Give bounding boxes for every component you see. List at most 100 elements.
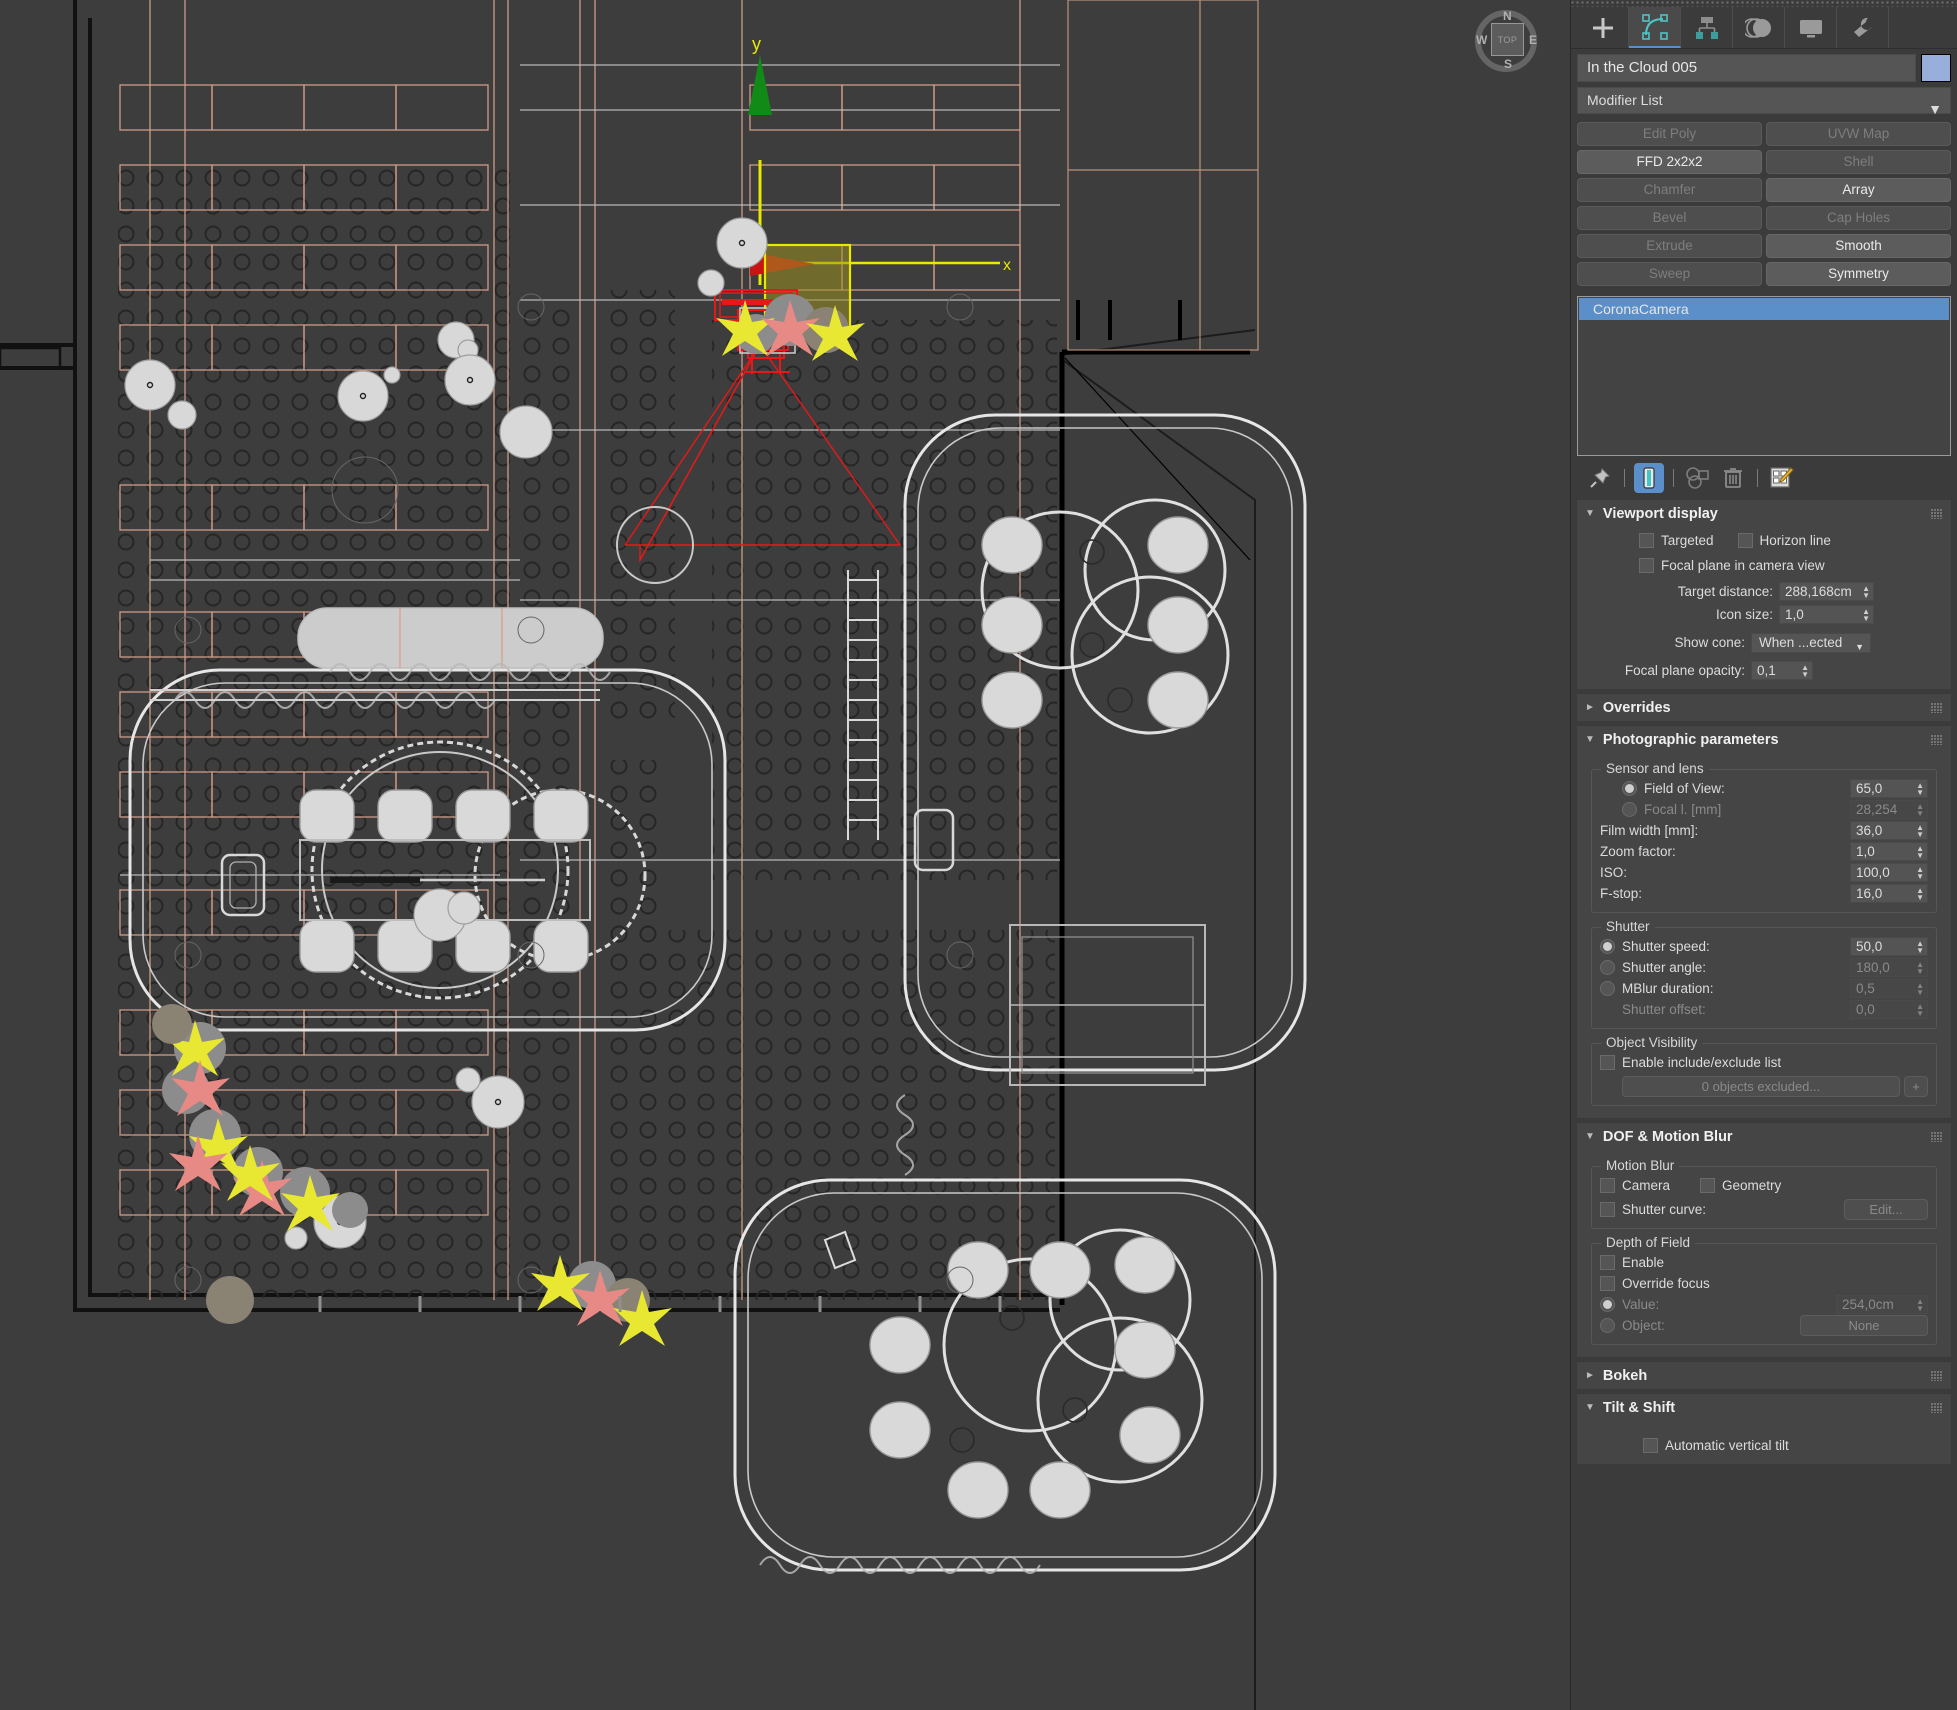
view-cube-face[interactable]: TOP bbox=[1491, 23, 1524, 56]
modify-tab[interactable] bbox=[1629, 7, 1681, 48]
zoom-factor-spinner[interactable]: 1,0 ▲ ▼ bbox=[1850, 842, 1928, 861]
panel-drag-grip[interactable] bbox=[1571, 0, 1957, 7]
target-distance-spinner[interactable]: 288,168cm ▲ ▼ bbox=[1779, 582, 1874, 601]
rollout-tilt-shift[interactable]: ▼ Tilt & Shift Automatic vertical tilt bbox=[1576, 1393, 1952, 1465]
show-end-result-icon[interactable] bbox=[1634, 462, 1664, 493]
compass-north[interactable]: N bbox=[1503, 9, 1512, 23]
rollout-photographic-parameters[interactable]: ▼ Photographic parameters Sensor and len… bbox=[1576, 725, 1952, 1119]
object-name-row[interactable]: In the Cloud 005 bbox=[1571, 49, 1957, 85]
field-of-view-spinner[interactable]: 65,0 ▲ ▼ bbox=[1850, 779, 1928, 798]
utilities-tab[interactable] bbox=[1837, 7, 1889, 48]
rollout-dof-motion-blur[interactable]: ▼ DOF & Motion Blur Motion Blur Camera G… bbox=[1576, 1122, 1952, 1358]
modifier-button-extrude[interactable]: Extrude bbox=[1577, 234, 1762, 258]
focal-plane-camera-view-checkbox[interactable] bbox=[1639, 558, 1654, 573]
modifier-stack[interactable]: CoronaCamera bbox=[1577, 296, 1951, 456]
mblur-duration-radio[interactable] bbox=[1600, 981, 1615, 996]
modifier-stack-item-coronacamera[interactable]: CoronaCamera bbox=[1579, 298, 1949, 320]
rollout-viewport-display[interactable]: ▼ Viewport display Targeted Horizon line… bbox=[1576, 499, 1952, 690]
focal-plane-opacity-label: Focal plane opacity: bbox=[1624, 663, 1745, 678]
zoom-factor-label: Zoom factor: bbox=[1600, 844, 1676, 859]
viewport[interactable]: y x TOP N S W E bbox=[0, 0, 1570, 1710]
shutter-speed-radio[interactable] bbox=[1600, 939, 1615, 954]
display-tab[interactable] bbox=[1785, 7, 1837, 48]
motion-blur-camera-checkbox[interactable] bbox=[1600, 1178, 1615, 1193]
remove-modifier-icon[interactable] bbox=[1718, 463, 1748, 493]
modifier-stack-toolbar[interactable] bbox=[1571, 456, 1957, 496]
rollout-title: Bokeh bbox=[1602, 1367, 1648, 1384]
compass-west[interactable]: W bbox=[1476, 33, 1487, 47]
dof-override-focus-checkbox[interactable] bbox=[1600, 1276, 1615, 1291]
icon-size-spinner[interactable]: 1,0 ▲ ▼ bbox=[1779, 605, 1874, 624]
object-color-swatch[interactable] bbox=[1921, 54, 1951, 82]
f-stop-spinner[interactable]: 16,0 ▲ ▼ bbox=[1850, 884, 1928, 903]
hierarchy-tab[interactable] bbox=[1681, 7, 1733, 48]
motion-tab[interactable] bbox=[1733, 7, 1785, 48]
pin-stack-icon[interactable] bbox=[1585, 463, 1615, 493]
rollout-header-overrides[interactable]: ► Overrides bbox=[1577, 694, 1951, 721]
spinner-arrows-icon[interactable]: ▲ ▼ bbox=[1801, 663, 1809, 678]
view-cube[interactable]: TOP N S W E bbox=[1467, 2, 1547, 80]
configure-modifier-sets-icon[interactable] bbox=[1767, 463, 1797, 493]
counter-top bbox=[297, 607, 604, 669]
spinner-arrows-icon[interactable]: ▲ ▼ bbox=[1916, 844, 1924, 859]
enable-include-exclude-checkbox[interactable] bbox=[1600, 1055, 1615, 1070]
modifier-button-ffd-2x2x2[interactable]: FFD 2x2x2 bbox=[1577, 150, 1762, 174]
modifier-button-cap-holes[interactable]: Cap Holes bbox=[1766, 206, 1951, 230]
modifier-button-smooth[interactable]: Smooth bbox=[1766, 234, 1951, 258]
rollout-body-tilt-shift[interactable]: Automatic vertical tilt bbox=[1577, 1421, 1951, 1464]
spinner-arrows-icon[interactable]: ▲ ▼ bbox=[1916, 939, 1924, 954]
modifier-list-row[interactable]: Modifier List ▼ bbox=[1571, 85, 1957, 120]
command-panel[interactable]: In the Cloud 005 Modifier List ▼ Edit Po… bbox=[1570, 0, 1957, 1710]
create-tab[interactable] bbox=[1577, 7, 1629, 48]
modifier-button-set[interactable]: Edit Poly UVW Map FFD 2x2x2 Shell Chamfe… bbox=[1571, 120, 1957, 290]
spinner-arrows-icon[interactable]: ▲ ▼ bbox=[1862, 607, 1870, 622]
rollout-body-photographic-parameters[interactable]: Sensor and lens Field of View: 65,0 ▲▼ bbox=[1577, 753, 1951, 1118]
dof-enable-checkbox[interactable] bbox=[1600, 1255, 1615, 1270]
target-distance-value: 288,168cm bbox=[1785, 584, 1852, 599]
rollout-header-bokeh[interactable]: ► Bokeh bbox=[1577, 1362, 1951, 1389]
spinner-arrows-icon[interactable]: ▲ ▼ bbox=[1916, 781, 1924, 796]
modifier-button-edit-poly[interactable]: Edit Poly bbox=[1577, 122, 1762, 146]
show-cone-dropdown[interactable]: When ...ected ▼ bbox=[1751, 632, 1871, 653]
rollout-header-dof-motion-blur[interactable]: ▼ DOF & Motion Blur bbox=[1577, 1123, 1951, 1150]
motion-blur-geometry-checkbox[interactable] bbox=[1700, 1178, 1716, 1193]
modifier-button-array[interactable]: Array bbox=[1766, 178, 1951, 202]
iso-spinner[interactable]: 100,0 ▲ ▼ bbox=[1850, 863, 1928, 882]
horizon-line-checkbox[interactable] bbox=[1737, 533, 1753, 548]
rollout-header-photographic-parameters[interactable]: ▼ Photographic parameters bbox=[1577, 726, 1951, 753]
shutter-curve-checkbox[interactable] bbox=[1600, 1202, 1615, 1217]
modifier-button-chamfer[interactable]: Chamfer bbox=[1577, 178, 1762, 202]
modifier-button-shell[interactable]: Shell bbox=[1766, 150, 1951, 174]
focal-plane-opacity-spinner[interactable]: 0,1 ▲ ▼ bbox=[1751, 661, 1813, 680]
modifier-list-dropdown[interactable]: Modifier List ▼ bbox=[1577, 87, 1951, 117]
spinner-arrows-icon[interactable]: ▲ ▼ bbox=[1916, 823, 1924, 838]
spinner-arrows-icon[interactable]: ▲ ▼ bbox=[1862, 584, 1870, 599]
film-width-spinner[interactable]: 36,0 ▲ ▼ bbox=[1850, 821, 1928, 840]
dof-object-radio[interactable] bbox=[1600, 1318, 1615, 1333]
rollout-header-tilt-shift[interactable]: ▼ Tilt & Shift bbox=[1577, 1394, 1951, 1421]
viewport-scene[interactable]: y x bbox=[0, 0, 1570, 1710]
shutter-speed-spinner[interactable]: 50,0 ▲ ▼ bbox=[1850, 937, 1928, 956]
spinner-arrows-icon[interactable]: ▲ ▼ bbox=[1916, 886, 1924, 901]
modifier-button-bevel[interactable]: Bevel bbox=[1577, 206, 1762, 230]
make-unique-icon[interactable] bbox=[1683, 463, 1713, 493]
rollout-body-dof-motion-blur[interactable]: Motion Blur Camera Geometry Shutter curv… bbox=[1577, 1150, 1951, 1357]
compass-east[interactable]: E bbox=[1529, 33, 1537, 47]
modifier-button-symmetry[interactable]: Symmetry bbox=[1766, 262, 1951, 286]
modifier-button-uvw-map[interactable]: UVW Map bbox=[1766, 122, 1951, 146]
automatic-vertical-tilt-checkbox[interactable] bbox=[1643, 1438, 1658, 1453]
dof-value-radio[interactable] bbox=[1600, 1297, 1615, 1312]
object-name-input[interactable]: In the Cloud 005 bbox=[1577, 54, 1916, 82]
rollout-header-viewport-display[interactable]: ▼ Viewport display bbox=[1577, 500, 1951, 527]
targeted-checkbox[interactable] bbox=[1639, 533, 1654, 548]
rollout-body-viewport-display[interactable]: Targeted Horizon line Focal plane in cam… bbox=[1577, 527, 1951, 689]
field-of-view-radio[interactable] bbox=[1622, 781, 1637, 796]
modifier-button-sweep[interactable]: Sweep bbox=[1577, 262, 1762, 286]
focal-length-radio[interactable] bbox=[1622, 802, 1637, 817]
spinner-arrows-icon[interactable]: ▲ ▼ bbox=[1916, 865, 1924, 880]
rollout-bokeh[interactable]: ► Bokeh bbox=[1576, 1361, 1952, 1390]
rollout-overrides[interactable]: ► Overrides bbox=[1576, 693, 1952, 722]
compass-south[interactable]: S bbox=[1504, 57, 1512, 71]
command-panel-tabs[interactable] bbox=[1571, 7, 1957, 49]
shutter-angle-radio[interactable] bbox=[1600, 960, 1615, 975]
